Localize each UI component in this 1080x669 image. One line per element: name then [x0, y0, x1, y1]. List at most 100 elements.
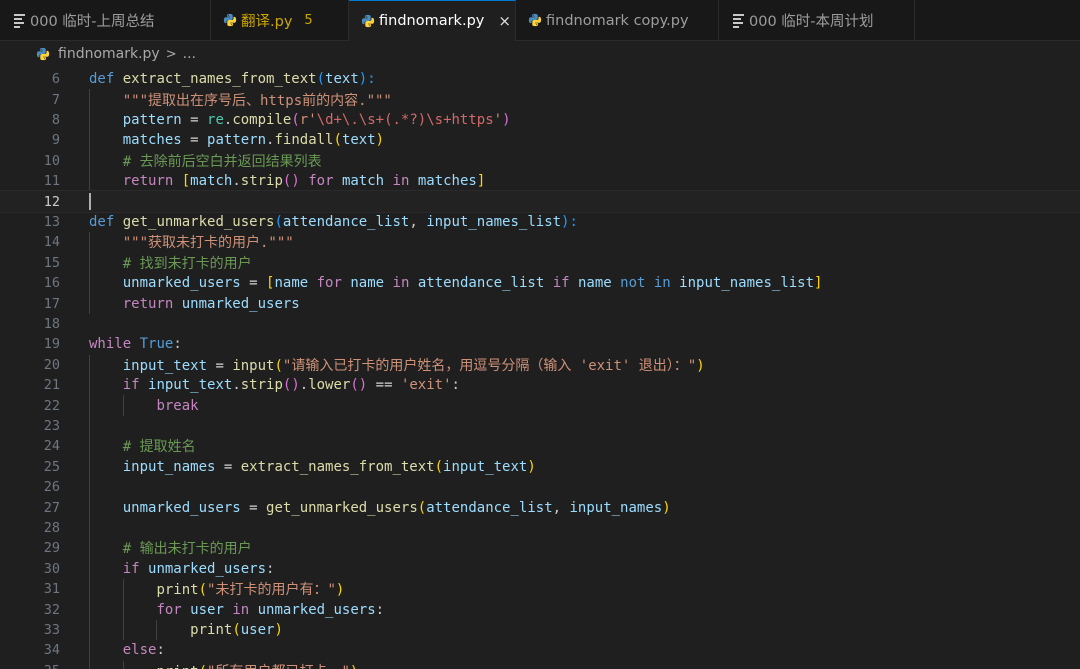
code-line[interactable]: 15 # 找到未打卡的用户: [0, 252, 1080, 273]
code-token: print: [156, 582, 199, 599]
code-token: input_text: [148, 377, 233, 394]
code-token: strip: [240, 173, 283, 190]
code-token: ): [502, 111, 511, 128]
code-token: break: [156, 397, 199, 414]
code-token: # 找到未打卡的用户: [122, 255, 252, 272]
tab-label: 000 临时-上周总结: [30, 14, 155, 30]
code-line[interactable]: 34 else:: [0, 640, 1080, 661]
code-token: ): [350, 664, 358, 669]
code-line[interactable]: 10 # 去除前后空白并返回结果列表: [0, 150, 1080, 171]
code-token: unmarked_users: [122, 499, 241, 516]
indent-guide: [122, 619, 124, 641]
code-token: get_unmarked_users: [122, 213, 275, 230]
code-token: lower: [308, 377, 351, 394]
code-token: (: [333, 132, 342, 149]
code-editor[interactable]: 6 def extract_names_from_text(text): 7 """提…: [0, 69, 1080, 669]
code-line[interactable]: 17 return unmarked_users: [0, 293, 1080, 314]
line-number: 8: [51, 111, 60, 128]
code-token: attendance_list: [282, 213, 410, 230]
line-number: 12: [43, 193, 60, 210]
indent-guide: [156, 619, 158, 641]
code-token: attendance_list: [426, 499, 553, 516]
code-line[interactable]: 12: [0, 190, 1080, 213]
code-line[interactable]: 13 def get_unmarked_users(attendance_list…: [0, 212, 1080, 232]
tab-translate-py[interactable]: 翻译.py 5: [211, 0, 349, 41]
line-number: 11: [43, 173, 60, 190]
tab-label: findnomark.py: [379, 13, 485, 29]
code-token: else: [122, 642, 157, 659]
code-line[interactable]: 9 matches = pattern.findall(text): [0, 130, 1080, 151]
code-token: :: [375, 601, 385, 618]
code-line[interactable]: 33 print(user): [0, 619, 1080, 641]
indent-guide: [89, 497, 90, 518]
indent-guide: [122, 599, 124, 620]
code-line[interactable]: 26: [0, 477, 1080, 498]
code-text: matches = pattern.findall(text): [123, 132, 384, 148]
code-token: for: [156, 601, 182, 618]
code-line[interactable]: 19 while True:: [0, 334, 1080, 354]
line-number: 22: [43, 397, 60, 414]
code-line[interactable]: 35 print("所有用户都已打卡。"): [0, 660, 1080, 669]
code-line[interactable]: 8 pattern = re.compile(r'\d+\.\s+(.*?)\s+…: [0, 109, 1080, 131]
line-number: 24: [43, 438, 60, 455]
code-token: text: [341, 132, 376, 149]
code-token: in: [392, 275, 410, 292]
line-number: 30: [43, 560, 60, 577]
code-token: ,: [409, 213, 427, 230]
code-token: name: [577, 275, 612, 292]
code-text: return [match.strip() for match in match…: [123, 173, 486, 189]
line-number: 28: [43, 519, 60, 536]
code-line[interactable]: 27 unmarked_users = get_unmarked_users(at…: [0, 497, 1080, 518]
code-line[interactable]: 25 input_names = extract_names_from_text(…: [0, 456, 1080, 477]
line-number: 14: [43, 234, 60, 251]
tab-weekly-plan[interactable]: 000 临时-本周计划: [719, 0, 915, 41]
code-text: print(user): [190, 622, 283, 638]
code-token: ):: [561, 213, 578, 230]
code-token: input_names: [122, 458, 216, 475]
indent-guide: [89, 640, 90, 661]
indent-guide: [89, 171, 90, 192]
code-text: else:: [123, 642, 165, 658]
code-token: (: [198, 582, 208, 599]
code-text: """提取出在序号后、https前的内容.""": [123, 90, 392, 110]
breadcrumb: findnomark.py > ...: [0, 41, 1080, 67]
code-line[interactable]: 7 """提取出在序号后、https前的内容.""": [0, 89, 1080, 110]
code-token: "所有用户都已打卡。": [207, 664, 350, 669]
breadcrumb-file[interactable]: findnomark.py: [58, 46, 160, 62]
code-line[interactable]: 14 """获取未打卡的用户.""": [0, 232, 1080, 253]
code-line[interactable]: 30 if unmarked_users:: [0, 558, 1080, 579]
tab-label: 翻译.py: [241, 14, 293, 30]
code-token: re: [207, 111, 224, 128]
tab-findnomark-py[interactable]: findnomark.py ×: [349, 0, 516, 41]
code-token: text: [325, 71, 359, 88]
close-icon[interactable]: ×: [498, 12, 511, 30]
line-number: 17: [43, 295, 60, 312]
code-line[interactable]: 16 unmarked_users = [name for name in att…: [0, 273, 1080, 294]
code-line[interactable]: 29 # 输出未打卡的用户: [0, 538, 1080, 559]
code-token: pattern: [122, 111, 182, 128]
code-line[interactable]: 11 return [match.strip() for match in mat…: [0, 171, 1080, 192]
code-token: unmarked_users: [148, 560, 267, 577]
code-line[interactable]: 20 input_text = input("请输入已打卡的用户姓名，用逗号分隔（…: [0, 354, 1080, 375]
code-line[interactable]: 6 def extract_names_from_text(text):: [0, 69, 1080, 89]
tab-findnomark-copy-py[interactable]: findnomark copy.py: [516, 0, 719, 41]
indent-guide: [89, 150, 90, 171]
code-line[interactable]: 24 # 提取姓名: [0, 436, 1080, 457]
code-token: "请输入已打卡的用户姓名，用逗号分隔（输入 'exit' 退出）：": [282, 357, 697, 374]
code-line[interactable]: 18: [0, 314, 1080, 334]
code-line[interactable]: 31 print("未打卡的用户有："): [0, 579, 1080, 600]
code-line[interactable]: 32 for user in unmarked_users:: [0, 599, 1080, 620]
code-line[interactable]: 22 break: [0, 395, 1080, 416]
code-token: return: [122, 173, 174, 190]
line-number: 9: [51, 132, 60, 149]
code-line[interactable]: 23: [0, 415, 1080, 437]
code-line[interactable]: 21 if input_text.strip().lower() == 'exit…: [0, 375, 1080, 396]
code-line[interactable]: 28: [0, 517, 1080, 539]
tab-weekly-summary[interactable]: 000 临时-上周总结: [0, 0, 211, 41]
breadcrumb-symbols[interactable]: ...: [183, 46, 196, 62]
